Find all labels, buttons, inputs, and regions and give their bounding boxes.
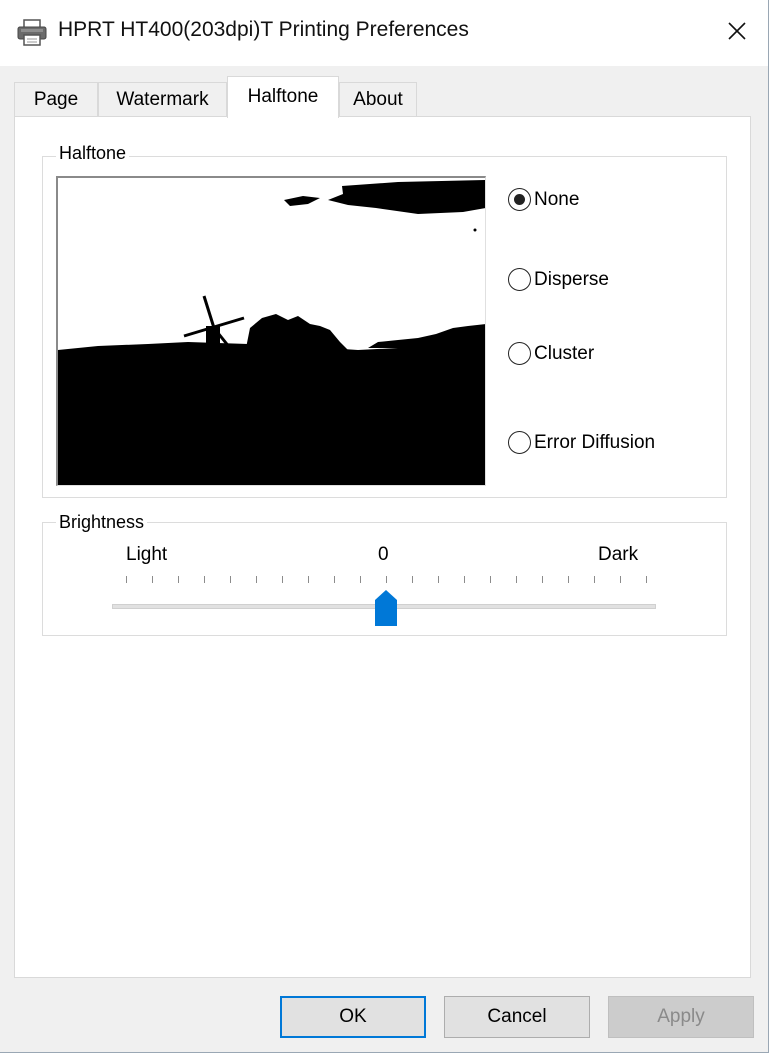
radio-error-diffusion[interactable]: Error Diffusion [508, 431, 655, 454]
slider-tick [490, 576, 491, 583]
slider-tick [594, 576, 595, 583]
slider-tick [620, 576, 621, 583]
halftone-preview-image [56, 176, 486, 486]
radio-error-diffusion-label: Error Diffusion [534, 431, 656, 453]
slider-tick [516, 576, 517, 583]
slider-tick [360, 576, 361, 583]
slider-tick [542, 576, 543, 583]
cancel-button[interactable]: Cancel [444, 996, 590, 1038]
slider-tick [204, 576, 205, 583]
radio-none-label: None [534, 188, 580, 210]
slider-tick [282, 576, 283, 583]
brightness-max-label: Dark [598, 544, 639, 565]
slider-tick [386, 576, 387, 583]
slider-tick [126, 576, 127, 583]
close-button[interactable] [712, 10, 762, 56]
radio-cluster[interactable]: Cluster [508, 342, 594, 365]
radio-error-diffusion-indicator [508, 431, 531, 454]
title-bar: HPRT HT400(203dpi)T Printing Preferences [0, 0, 768, 66]
ok-button[interactable]: OK [280, 996, 426, 1038]
apply-button[interactable]: Apply [608, 996, 754, 1038]
radio-cluster-indicator [508, 342, 531, 365]
printer-icon [16, 19, 48, 47]
slider-tick [464, 576, 465, 583]
brightness-slider-thumb[interactable] [375, 590, 397, 626]
slider-tick [230, 576, 231, 583]
radio-disperse[interactable]: Disperse [508, 268, 609, 291]
brightness-group-label: Brightness [56, 512, 148, 533]
printing-preferences-dialog: HPRT HT400(203dpi)T Printing Preferences… [0, 0, 769, 1053]
tab-watermark[interactable]: Watermark [98, 82, 227, 116]
brightness-value-label: 0 [378, 544, 389, 565]
brightness-min-label: Light [126, 544, 168, 565]
close-icon [727, 21, 747, 46]
window-title: HPRT HT400(203dpi)T Printing Preferences [58, 18, 469, 41]
slider-tick [308, 576, 309, 583]
radio-none-indicator [508, 188, 531, 211]
halftone-group-label: Halftone [56, 143, 130, 164]
slider-tick [152, 576, 153, 583]
tab-halftone[interactable]: Halftone [227, 76, 339, 118]
tab-page[interactable]: Page [14, 82, 98, 116]
slider-tick [334, 576, 335, 583]
slider-tick [178, 576, 179, 583]
slider-tick [646, 576, 647, 583]
slider-tick [412, 576, 413, 583]
radio-disperse-label: Disperse [534, 268, 609, 290]
radio-cluster-label: Cluster [534, 342, 595, 364]
tab-about[interactable]: About [339, 82, 417, 116]
radio-none[interactable]: None [508, 188, 579, 211]
slider-tick [568, 576, 569, 583]
slider-tick [256, 576, 257, 583]
slider-tick [438, 576, 439, 583]
radio-disperse-indicator [508, 268, 531, 291]
radio-selected-dot [514, 194, 525, 205]
